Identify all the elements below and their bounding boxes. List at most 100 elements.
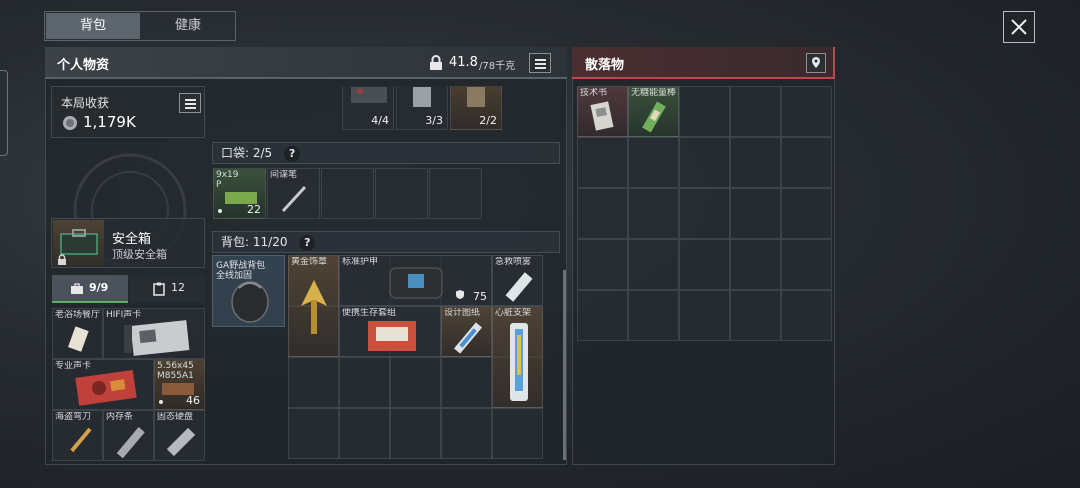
backpack-slot[interactable] [288,408,339,459]
loot-title: 散落物 [585,58,625,73]
safe-box-thumb [53,220,104,266]
tab-bar: 背包 健康 [44,11,236,41]
sword-icon [65,427,92,458]
shield-icon [456,290,464,299]
loot-slot[interactable] [679,290,730,341]
loot-slot[interactable] [577,137,628,188]
safe-subtab-items[interactable]: 9/9 [52,275,128,303]
safe-box-row[interactable]: 安全箱 顶级安全箱 [51,218,205,268]
loot-slot[interactable] [679,86,730,137]
backpack-slot[interactable] [390,357,441,408]
backpack-slot[interactable] [390,408,441,459]
lock-small-icon [58,254,66,265]
pocket-slot-4[interactable] [375,168,428,219]
loot-slot[interactable] [679,188,730,239]
spy-pen-icon [281,185,307,213]
safe-item-ammo-556[interactable]: 5.56x45 M855A1 46 [154,359,205,410]
spray-icon [505,272,533,302]
backpack-slot[interactable] [288,357,339,408]
loot-slot[interactable] [628,188,679,239]
personal-list-button[interactable] [529,53,551,73]
loot-slot[interactable] [781,290,832,341]
safe-subtab-docs-label: 12 [171,281,185,294]
loot-item-sugarfree-bar[interactable]: 无糖能量棒 [628,86,679,137]
bp-item-blueprint[interactable]: 设计图纸 [441,306,492,357]
pocket-slot-5[interactable] [429,168,482,219]
center-scrollbar[interactable] [563,270,566,460]
loot-slot[interactable] [679,137,730,188]
loot-grid: 技术书 无糖能量棒 [577,86,832,341]
loot-slot[interactable] [577,290,628,341]
loot-location-button[interactable] [806,53,826,73]
loot-item-tech-book[interactable]: 技术书 [577,86,628,137]
loot-slot[interactable] [628,137,679,188]
bp-item-first-aid-spray[interactable]: 急救喷雾 [492,255,543,306]
pocket-item-spy-pen[interactable]: 间谍笔 [267,168,320,219]
safe-subtab-docs[interactable]: 12 [129,275,205,303]
backpack-help-icon[interactable]: ? [299,235,316,251]
backpack-equipped-slot[interactable]: GA野战背包 全线加固 [212,255,285,327]
loot-slot[interactable] [679,239,730,290]
backpack-grid: 黄金饰章 标准护甲 75 急救喷雾 便携生存套组 设计图纸 心脏支架 [288,255,543,459]
backpack-icon [231,281,269,323]
loot-slot[interactable] [730,188,781,239]
item-canister-icon [413,87,431,107]
loot-slot[interactable] [781,86,832,137]
safe-item-ssd[interactable]: 固态硬盘 [154,410,205,461]
gold-badge-icon [301,280,327,334]
bp-item-survival-kit[interactable]: 便携生存套组 [339,306,441,357]
close-button[interactable] [1003,11,1035,43]
bathhouse-card-icon [68,326,89,352]
loot-slot[interactable] [577,239,628,290]
loot-slot[interactable] [730,137,781,188]
harvest-label: 本局收获 [61,96,110,110]
tab-health[interactable]: 健康 [141,13,235,39]
pocket-label: 口袋: [221,146,250,160]
harvest-list-button[interactable] [179,93,201,113]
backpack-slot[interactable] [339,408,390,459]
pocket-item-9x19[interactable]: 9x19 P 22 [213,168,266,219]
loot-slot[interactable] [781,137,832,188]
loot-slot[interactable] [628,239,679,290]
safe-item-memory[interactable]: 内存条 [103,410,154,461]
top-item-3[interactable]: 2/2 [450,86,502,130]
loot-slot[interactable] [781,239,832,290]
survival-kit-icon [368,321,416,351]
pocket-grid: 9x19 P 22 间谍笔 [213,168,483,219]
backpack-label: 背包: [221,235,250,249]
loot-slot[interactable] [730,239,781,290]
pocket-ammo-dot [218,209,222,213]
side-handle[interactable] [0,70,8,156]
safe-items-grid: 老浴场餐厅 HIFI声卡 专业声卡 5.56x45 M855A1 46 海盗弯刀 [52,308,205,461]
sound-card-icon [124,320,190,356]
pocket-slot-3[interactable] [321,168,374,219]
loot-slot[interactable] [730,86,781,137]
top-item-1[interactable]: 4/4 [342,86,394,130]
top-item-2[interactable]: 3/3 [396,86,448,130]
loot-slot[interactable] [577,188,628,239]
bp-item-gold-badge[interactable]: 黄金饰章 [288,255,339,357]
safe-item-pro-sound-card[interactable]: 专业声卡 [52,359,154,410]
tab-backpack[interactable]: 背包 [46,13,140,39]
safe-item-bathhouse[interactable]: 老浴场餐厅 [52,308,103,359]
backpack-slot[interactable] [492,408,543,459]
pocket-help-icon[interactable]: ? [284,146,301,162]
safe-item-pirate-sword[interactable]: 海盗弯刀 [52,410,103,461]
loot-slot[interactable] [730,290,781,341]
top-row: 4/4 3/3 2/2 [342,86,502,130]
armor-vest-icon [389,267,443,299]
backpack-slot[interactable] [441,408,492,459]
loot-header: 散落物 [572,47,835,79]
loot-slot[interactable] [628,290,679,341]
blueprint-icon [454,322,482,354]
safe-item-hifi-card[interactable]: HIFI声卡 [103,308,205,359]
energy-bar-icon [642,101,666,133]
personal-header: 个人物资 41.8 /78千克 [45,47,567,79]
backpack-slot[interactable] [441,357,492,408]
bp-item-heart-stent[interactable]: 心脏支架 [492,306,543,408]
bp-item-standard-armor[interactable]: 标准护甲 75 [339,255,492,306]
backpack-slot[interactable] [339,357,390,408]
loot-slot[interactable] [781,188,832,239]
ssd-icon [166,427,196,457]
harvest-box: 本局收获 1,179K [51,86,205,138]
